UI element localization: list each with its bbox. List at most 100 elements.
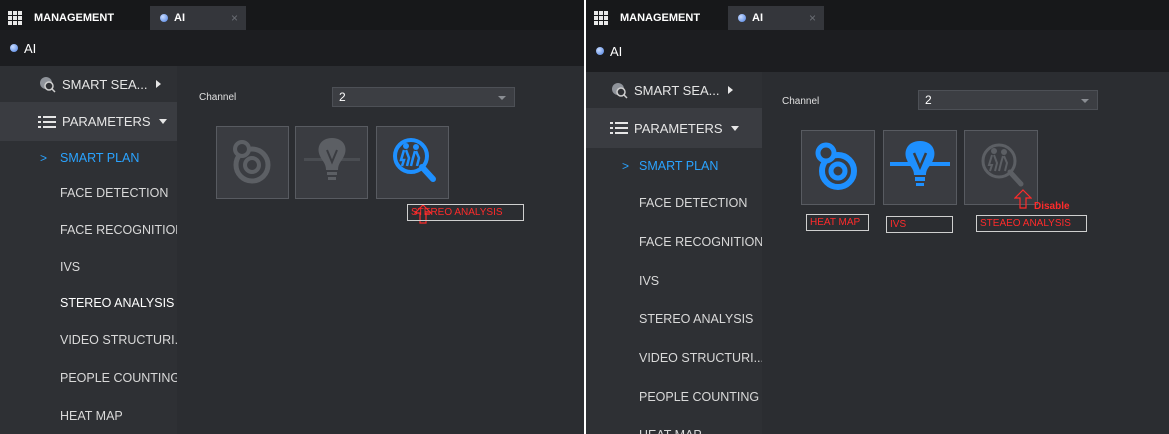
tab-ai[interactable]: AI × — [150, 6, 246, 30]
sidebar-item-parameters[interactable]: PARAMETERS — [0, 102, 177, 141]
bulb-icon — [303, 132, 360, 193]
sidebar-item-label: SMART SEA... — [62, 76, 148, 92]
caret-down-icon — [730, 125, 739, 131]
sidebar-item-label: STEREO ANALYSIS — [639, 312, 754, 326]
chevron-right-icon: > — [622, 159, 630, 173]
sidebar-item-ivs[interactable]: IVS — [586, 262, 762, 300]
plan-stereo-analysis[interactable] — [376, 126, 449, 199]
ai-dot-icon — [10, 44, 18, 52]
sidebar-item-label: HEAT MAP — [60, 409, 123, 423]
close-icon[interactable]: × — [809, 11, 816, 25]
page-title: AI — [24, 40, 37, 56]
sidebar-item-label: FACE RECOGNITION — [60, 223, 177, 237]
smart-search-icon — [38, 75, 56, 93]
sidebar-item-people-counting[interactable]: PEOPLE COUNTING — [586, 378, 762, 416]
sidebar-item-stereo-analysis[interactable]: STEREO ANALYSIS — [586, 300, 762, 338]
sidebar-item-label: FACE RECOGNITION — [639, 235, 762, 249]
sidebar-item-parameters[interactable]: PARAMETERS — [586, 108, 762, 148]
sidebar-item-label: IVS — [60, 260, 81, 274]
smart-search-icon — [610, 81, 628, 99]
sidebar-item-video-structuring[interactable]: VIDEO STRUCTURI... — [0, 321, 177, 359]
plan-heat-map[interactable] — [216, 126, 289, 199]
sidebar-item-face-recognition[interactable]: FACE RECOGNITION — [586, 222, 762, 262]
plan-ivs[interactable] — [295, 126, 368, 199]
annotation-disable: Disable — [1034, 201, 1070, 212]
tab-bar: MANAGEMENT AI × — [0, 0, 584, 30]
page-header: AI — [0, 30, 584, 66]
caret-right-icon — [727, 86, 733, 94]
sidebar-item-label: PARAMETERS — [62, 114, 151, 129]
annotation-ivs: IVS — [886, 216, 953, 233]
tab-bar: MANAGEMENT AI × — [586, 0, 1169, 30]
sidebar-item-label: HEAT MAP — [639, 428, 702, 434]
annotation-stereo-analysis: STEREO ANALYSIS — [407, 204, 524, 221]
sidebar-item-label: FACE DETECTION — [639, 196, 748, 210]
tab-management-label: MANAGEMENT — [620, 12, 701, 24]
plan-ivs[interactable] — [883, 130, 957, 205]
grid-icon — [8, 11, 24, 25]
main-content: Channel 2 — [762, 72, 1169, 434]
grid-icon — [594, 11, 610, 25]
ai-dot-icon — [596, 47, 604, 55]
sidebar-item-stereo-analysis[interactable]: STEREO ANALYSIS — [0, 285, 177, 321]
sidebar-item-label: PEOPLE COUNTING — [639, 390, 760, 404]
chevron-right-icon: > — [40, 151, 48, 165]
sidebar-item-smart-plan[interactable]: > SMART PLAN — [586, 148, 762, 184]
list-icon — [610, 119, 628, 137]
sidebar-item-face-recognition[interactable]: FACE RECOGNITION — [0, 211, 177, 249]
chevron-down-icon — [498, 96, 506, 100]
arrow-up-outline-icon — [1013, 189, 1033, 214]
sidebar-item-smart-plan[interactable]: > SMART PLAN — [0, 141, 177, 175]
sidebar-item-label: SMART PLAN — [639, 159, 719, 173]
page-header: AI — [586, 30, 1169, 72]
channel-value: 2 — [925, 93, 932, 107]
right-screenshot: MANAGEMENT AI × AI SMART SEA... PARAMETE… — [586, 0, 1169, 434]
sidebar-item-heat-map[interactable]: HEAT MAP — [586, 416, 762, 434]
sidebar-item-label: FACE DETECTION — [60, 186, 169, 200]
sidebar-item-heat-map[interactable]: HEAT MAP — [0, 397, 177, 434]
sidebar-item-video-structuring[interactable]: VIDEO STRUCTURI... — [586, 338, 762, 378]
annotation-stereo-analysis: STEAEO ANALYSIS — [976, 215, 1087, 232]
left-screenshot: MANAGEMENT AI × AI SMART SEA... PARAMETE… — [0, 0, 584, 434]
page-title: AI — [610, 43, 623, 59]
tab-ai-label: AI — [752, 12, 763, 24]
tab-ai[interactable]: AI × — [728, 6, 824, 30]
sidebar-item-smart-search[interactable]: SMART SEA... — [586, 72, 762, 108]
sidebar-item-smart-search[interactable]: SMART SEA... — [0, 66, 177, 102]
channel-label: Channel — [199, 92, 237, 103]
tab-management[interactable]: MANAGEMENT — [594, 6, 700, 30]
plan-heat-map[interactable] — [801, 130, 875, 205]
heat-map-icon — [228, 135, 278, 190]
chevron-down-icon — [1081, 99, 1089, 103]
people-magnifier-icon — [385, 132, 441, 193]
sidebar-item-ivs[interactable]: IVS — [0, 249, 177, 285]
caret-right-icon — [155, 80, 161, 88]
list-icon — [38, 113, 56, 131]
main-content: Channel 2 — [177, 66, 584, 434]
channel-select[interactable]: 2 — [332, 87, 515, 107]
tab-ai-label: AI — [174, 12, 185, 24]
sidebar-item-label: PEOPLE COUNTING — [60, 371, 177, 385]
tab-management[interactable]: MANAGEMENT — [8, 6, 114, 30]
tab-management-label: MANAGEMENT — [34, 12, 115, 24]
ai-dot-icon — [160, 14, 168, 22]
channel-value: 2 — [339, 90, 346, 104]
close-icon[interactable]: × — [231, 11, 238, 25]
sidebar-item-label: PARAMETERS — [634, 120, 723, 136]
annotation-heat-map: HEAT MAP — [806, 214, 869, 231]
ai-dot-icon — [738, 14, 746, 22]
sidebar-item-label: IVS — [639, 274, 660, 288]
channel-select[interactable]: 2 — [918, 90, 1098, 110]
sidebar-item-face-detection[interactable]: FACE DETECTION — [0, 175, 177, 211]
sidebar-item-label: VIDEO STRUCTURI... — [60, 333, 177, 347]
sidebar-item-people-counting[interactable]: PEOPLE COUNTING — [0, 359, 177, 397]
sidebar-item-label: SMART SEA... — [634, 82, 720, 98]
sidebar-item-face-detection[interactable]: FACE DETECTION — [586, 184, 762, 222]
sidebar: SMART SEA... PARAMETERS > SMART PLAN FAC… — [0, 66, 177, 434]
caret-down-icon — [158, 119, 167, 124]
sidebar-item-label: STEREO ANALYSIS — [60, 296, 175, 310]
screenshot-composite: MANAGEMENT AI × AI SMART SEA... PARAMETE… — [0, 0, 1169, 434]
sidebar: SMART SEA... PARAMETERS > SMART PLAN FAC… — [586, 72, 762, 434]
sidebar-item-label: VIDEO STRUCTURI... — [639, 351, 762, 365]
heat-map-icon — [812, 139, 864, 196]
